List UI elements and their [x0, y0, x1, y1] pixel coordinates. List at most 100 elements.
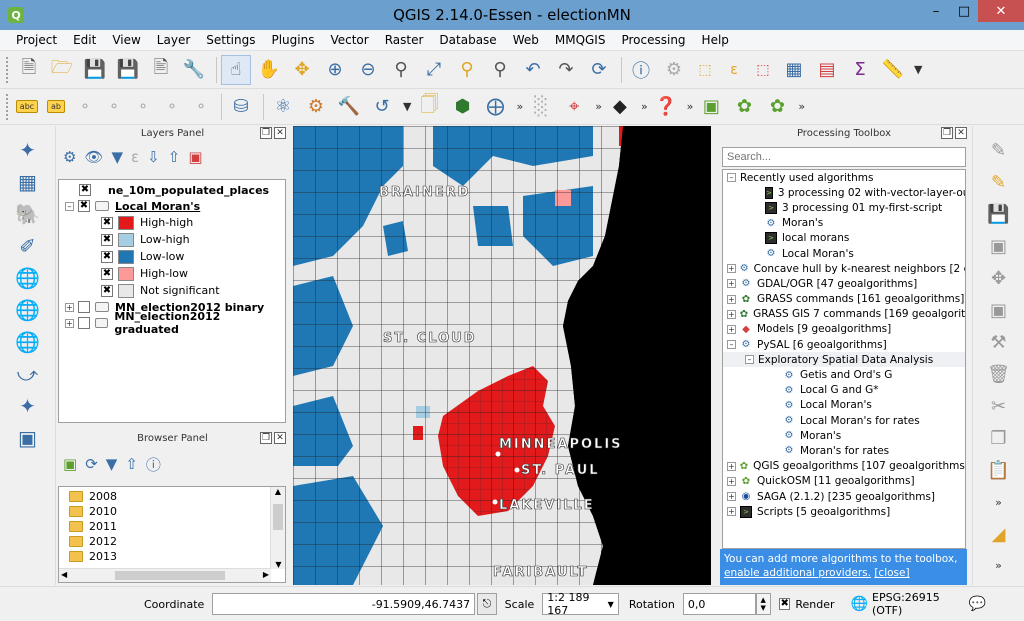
- toolbar-overflow-chevron-icon[interactable]: »: [641, 100, 648, 113]
- overflow-chevron-down-icon[interactable]: »: [986, 553, 1012, 579]
- folder-item[interactable]: 2012: [59, 534, 285, 549]
- menu-settings[interactable]: Settings: [198, 30, 263, 51]
- algorithm-label[interactable]: Local G and G*: [800, 384, 879, 396]
- layer-visibility-checkbox[interactable]: x: [77, 317, 90, 329]
- folder-item[interactable]: 2011: [59, 519, 285, 534]
- menu-mmqgis[interactable]: MMQGIS: [547, 30, 614, 51]
- zoom-full-icon[interactable]: ⤢: [419, 55, 449, 85]
- db-manager-icon[interactable]: ⛁: [226, 92, 256, 122]
- algorithm-item[interactable]: ⚙ Moran's for rates: [723, 443, 965, 458]
- measure-line-icon[interactable]: 📏: [878, 55, 908, 85]
- toolbar-overflow-chevron-icon[interactable]: »: [798, 100, 805, 113]
- legend-item[interactable]: ✖ Not significant: [59, 282, 285, 299]
- results-viewer-icon[interactable]: 🗍: [414, 92, 444, 122]
- zoom-in-icon[interactable]: ⊕: [320, 55, 350, 85]
- openlayers-plugin-icon[interactable]: ▣: [696, 92, 726, 122]
- legend-class-checkbox[interactable]: ✖: [101, 216, 113, 229]
- algorithm-label[interactable]: Local Moran's: [800, 399, 872, 411]
- new-print-composer-icon[interactable]: 🖹: [146, 55, 176, 85]
- expand-icon[interactable]: +: [727, 507, 736, 517]
- scale-combo[interactable]: 1:2 189 167 ▼: [542, 591, 619, 617]
- identify-features-icon[interactable]: ⓘ: [626, 55, 656, 85]
- algorithm-item[interactable]: ⚙ Local Moran's: [723, 398, 965, 413]
- menu-vector[interactable]: Vector: [322, 30, 376, 51]
- pan-map-icon[interactable]: ✋: [254, 55, 284, 85]
- provider-item[interactable]: + ◆ Models [9 geoalgorithms]: [723, 322, 965, 337]
- layer-name[interactable]: Local Moran's: [115, 200, 200, 213]
- layer-row[interactable]: – ✖ Local Moran's: [59, 198, 285, 214]
- horizontal-scrollbar[interactable]: ◀ ▶: [59, 568, 271, 582]
- add-wcs-layer-icon[interactable]: 🌐: [14, 328, 42, 356]
- algorithm-label[interactable]: 3 processing 01 my-first-script: [782, 202, 942, 214]
- graphical-modeler-icon[interactable]: ⬢: [447, 92, 477, 122]
- layer-visibility-checkbox[interactable]: x: [78, 301, 90, 313]
- provider-item[interactable]: + ✿ QGIS geoalgorithms [107 geoalgorithms]: [723, 459, 965, 474]
- algorithm-label[interactable]: Local Moran's for rates: [800, 415, 920, 427]
- expand-all-icon[interactable]: ⇩: [147, 148, 160, 166]
- minimize-button[interactable]: –: [922, 0, 950, 22]
- expand-icon[interactable]: +: [727, 476, 736, 486]
- help-contents-icon[interactable]: ❓: [651, 92, 681, 122]
- select-features-icon[interactable]: ⬚: [692, 55, 718, 85]
- tools-overflow-chevron-icon[interactable]: »: [986, 489, 1012, 515]
- zoom-to-layer-icon[interactable]: ⚲: [485, 55, 515, 85]
- georeferencer-icon[interactable]: ⨁: [480, 92, 510, 122]
- render-checkbox[interactable]: ✖: [778, 598, 791, 610]
- remove-layer-icon[interactable]: ▣: [188, 148, 202, 166]
- collapse-icon[interactable]: –: [745, 355, 754, 365]
- menu-view[interactable]: View: [104, 30, 148, 51]
- folder-item[interactable]: 2013: [59, 549, 285, 564]
- save-project-icon[interactable]: 💾: [80, 55, 110, 85]
- algorithm-label[interactable]: Moran's: [800, 430, 841, 442]
- provider-label[interactable]: GRASS GIS 7 commands [169 geoalgorith...: [753, 308, 965, 320]
- layer-row[interactable]: ✖ ne_10m_populated_places: [59, 182, 285, 198]
- save-as-icon[interactable]: 💾: [113, 55, 143, 85]
- tree-group[interactable]: – Exploratory Spatial Data Analysis: [723, 352, 965, 368]
- close-panel-button[interactable]: ✕: [274, 432, 286, 444]
- toolbox-hammer-icon[interactable]: 🔨: [334, 92, 364, 122]
- legend-class-checkbox[interactable]: ✖: [101, 250, 113, 263]
- algorithm-label[interactable]: Moran's for rates: [800, 445, 889, 457]
- tree-group[interactable]: – Recently used algorithms: [723, 170, 965, 185]
- rotation-spinner[interactable]: ▲ ▼: [755, 593, 771, 615]
- processing-gear-icon[interactable]: ⚙: [301, 92, 331, 122]
- map-canvas[interactable]: BRAINERD ST. CLOUD MINNEAPOLIS ST. PAUL …: [293, 126, 711, 585]
- layer-name[interactable]: MN_election2012 graduated: [114, 310, 285, 336]
- history-dropdown-icon[interactable]: ▼: [403, 100, 411, 113]
- algorithm-item[interactable]: ⚙ Local Moran's for rates: [723, 413, 965, 428]
- highlight-pinned-labels-icon[interactable]: ⚬: [72, 92, 98, 122]
- menu-web[interactable]: Web: [505, 30, 547, 51]
- legend-class-checkbox[interactable]: ✖: [101, 267, 113, 280]
- show-hide-labels-icon[interactable]: ⚬: [130, 92, 156, 122]
- float-panel-button[interactable]: ❐: [260, 432, 272, 444]
- messages-bubble-icon[interactable]: 💬: [969, 596, 986, 612]
- add-raster-layer-icon[interactable]: ▦: [14, 168, 42, 196]
- legend-class-checkbox[interactable]: ✖: [101, 233, 113, 246]
- menu-edit[interactable]: Edit: [65, 30, 104, 51]
- add-postgis-layer-icon[interactable]: 🐘: [14, 200, 42, 228]
- menu-layer[interactable]: Layer: [149, 30, 198, 51]
- toolbar-overflow-chevron-icon[interactable]: ▼: [914, 63, 922, 76]
- recent-group-label[interactable]: Recently used algorithms: [740, 172, 874, 184]
- provider-label[interactable]: Models [9 geoalgorithms]: [757, 323, 891, 335]
- algorithm-item[interactable]: ⚙ Getis and Ord's G: [723, 367, 965, 382]
- coordinate-field[interactable]: -91.5909,46.7437: [212, 593, 476, 615]
- enable-providers-link[interactable]: enable additional providers.: [724, 567, 871, 579]
- expand-icon[interactable]: +: [727, 492, 736, 502]
- collapse-icon[interactable]: –: [65, 201, 74, 211]
- algorithm-label[interactable]: 3 processing 02 with-vector-layer-ou...: [778, 187, 965, 199]
- folder-item[interactable]: 2010: [59, 504, 285, 519]
- spin-up-icon[interactable]: ▲: [761, 596, 766, 604]
- scroll-up-arrow-icon[interactable]: ▲: [271, 487, 285, 496]
- provider-item[interactable]: + ✿ QuickOSM [11 geoalgorithms]: [723, 474, 965, 489]
- layer-row[interactable]: + x MN_election2012 graduated: [59, 310, 285, 336]
- coordinate-capture-icon[interactable]: ⌖: [559, 92, 589, 122]
- toolbar-overflow-chevron-icon[interactable]: »: [595, 100, 602, 113]
- collapse-all-icon[interactable]: ⇧: [125, 455, 138, 473]
- open-attribute-table-icon[interactable]: ▦: [779, 55, 809, 85]
- provider-item[interactable]: + ✿ GRASS commands [161 geoalgorithms]: [723, 292, 965, 307]
- expand-icon[interactable]: +: [727, 279, 736, 289]
- expand-icon[interactable]: +: [727, 461, 736, 471]
- scrollbar-thumb[interactable]: [273, 504, 283, 530]
- algorithm-item[interactable]: > local morans: [723, 231, 965, 246]
